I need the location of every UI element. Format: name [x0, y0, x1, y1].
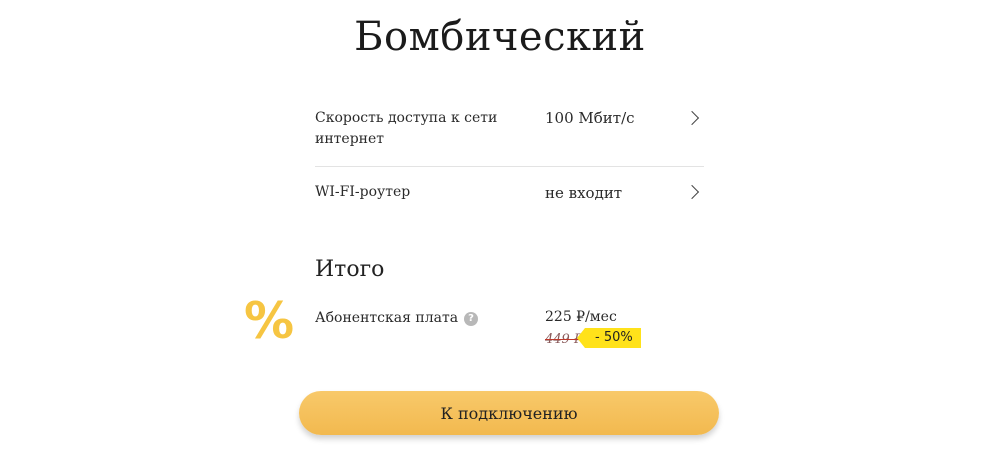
option-label-router: WI-FI-роутер: [315, 184, 411, 200]
tariff-page: Бомбический Скорость доступа к сети инте…: [0, 0, 1000, 450]
option-value-router: не входит: [545, 184, 623, 202]
percent-icon: %: [244, 292, 295, 350]
option-value-speed: 100 Мбит/с: [545, 109, 635, 127]
option-label-speed: Скорость доступа к сети интернет: [315, 110, 498, 147]
fee-label-group: Абонентская плата?: [315, 310, 479, 326]
summary-title: Итого: [315, 257, 385, 282]
price-current: 225 ₽/мес: [545, 309, 617, 325]
tariff-title: Бомбический: [354, 14, 646, 60]
option-row-router[interactable]: WI-FI-роутер не входит: [315, 182, 705, 212]
option-row-speed[interactable]: Скорость доступа к сети интернет 100 Мби…: [315, 107, 705, 157]
chevron-right-icon[interactable]: [684, 184, 700, 200]
help-icon[interactable]: ?: [464, 312, 479, 326]
connect-button[interactable]: К подключению: [299, 391, 719, 435]
chevron-right-icon[interactable]: [684, 110, 700, 126]
fee-label: Абонентская плата: [315, 310, 459, 326]
discount-badge: - 50%: [577, 328, 641, 348]
divider: [315, 166, 704, 167]
